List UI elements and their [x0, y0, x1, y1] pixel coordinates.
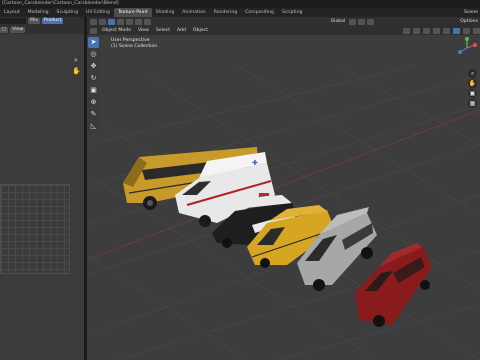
viewport-header-menu: Object Mode View Select Add Object — [87, 26, 480, 35]
tab-compositing[interactable]: Compositing — [241, 8, 278, 17]
workspace-tabs: Layout Modeling Sculpting UV Editing Tex… — [0, 8, 480, 17]
pivot-icon[interactable] — [349, 18, 357, 25]
select-menu[interactable]: Select — [154, 28, 172, 34]
options-dropdown[interactable]: Options — [458, 19, 480, 25]
blend-mode-dropdown[interactable]: Mix — [28, 18, 40, 24]
overlay-toggle-icon[interactable] — [423, 27, 430, 34]
product-button[interactable]: Product — [41, 18, 64, 24]
cursor-tool-icon[interactable]: ◎ — [88, 49, 99, 60]
zoom-icon[interactable]: ⌕ — [72, 56, 80, 64]
shading-solid-icon[interactable] — [453, 27, 460, 34]
3d-viewport[interactable]: Global Options Object Mode View Select A… — [87, 17, 480, 360]
tab-rendering[interactable]: Rendering — [210, 8, 241, 17]
tab-shading[interactable]: Shading — [152, 8, 179, 17]
object-mode-dropdown[interactable]: Object Mode — [100, 28, 133, 34]
scene-selector[interactable]: Scene — [463, 8, 480, 17]
scene-svg: ✚ — [87, 64, 480, 360]
window-title: [Cartoon_Carsblender\Cartoon_Carsblender… — [0, 0, 480, 8]
transform-orientation-dropdown[interactable]: Global — [329, 19, 348, 25]
gizmo-toggle-icon[interactable] — [413, 27, 420, 34]
select-intersect-icon[interactable] — [144, 18, 151, 25]
image-canvas[interactable]: ⌕ ✋ — [0, 34, 84, 360]
view-menu[interactable]: View — [10, 26, 26, 33]
editor-type-icon[interactable]: ▢ — [0, 26, 9, 33]
pan-hand-icon[interactable]: ✋ — [468, 79, 477, 88]
shading-material-icon[interactable] — [463, 27, 470, 34]
image-editor-header: Mix Product — [0, 17, 84, 25]
viewport-info: User Perspective (1) Scene Collection — [111, 38, 157, 50]
tab-scripting[interactable]: Scripting — [278, 8, 306, 17]
proportional-edit-icon[interactable] — [367, 18, 375, 25]
camera-view-icon[interactable]: ▣ — [468, 89, 477, 98]
select-box-icon[interactable] — [108, 18, 115, 25]
tab-texture-paint[interactable]: Texture Paint — [113, 8, 152, 17]
scale-tool-icon[interactable]: ▣ — [88, 85, 99, 96]
annotate-tool-icon[interactable]: ✎ — [88, 109, 99, 120]
object-menu[interactable]: Object — [191, 28, 210, 34]
add-menu[interactable]: Add — [175, 28, 188, 34]
snap-icon[interactable] — [358, 18, 366, 25]
transform-tool-icon[interactable]: ⊕ — [88, 97, 99, 108]
select-tool-icon[interactable]: ➤ — [88, 37, 99, 48]
shading-rendered-icon[interactable] — [473, 27, 480, 34]
tab-uv-editing[interactable]: UV Editing — [82, 8, 114, 17]
tab-animation[interactable]: Animation — [178, 8, 209, 17]
select-invert-icon[interactable] — [135, 18, 142, 25]
tab-modeling[interactable]: Modeling — [24, 8, 53, 17]
select-extend-icon[interactable] — [117, 18, 124, 25]
tool-settings-icon[interactable] — [99, 18, 106, 25]
select-subtract-icon[interactable] — [126, 18, 133, 25]
tab-sculpting[interactable]: Sculpting — [53, 8, 82, 17]
viewport-header-tools: Global Options — [87, 17, 480, 26]
image-editor-subheader: ▢ View — [0, 25, 84, 34]
xray-icon[interactable] — [433, 27, 440, 34]
view-menu[interactable]: View — [136, 28, 151, 34]
shading-wireframe-icon[interactable] — [443, 27, 450, 34]
editor-type-icon[interactable] — [90, 18, 97, 25]
visibility-icon[interactable] — [403, 27, 410, 34]
ortho-toggle-icon[interactable]: ▦ — [468, 99, 477, 108]
pan-hand-icon[interactable]: ✋ — [72, 67, 81, 75]
tab-layout[interactable]: Layout — [0, 8, 24, 17]
zoom-icon[interactable]: ⌕ — [468, 69, 477, 78]
uv-grid — [0, 184, 70, 274]
image-editor-panel: Mix Product ▢ View ⌕ ✋ — [0, 17, 84, 360]
collection-label: (1) Scene Collection — [111, 44, 158, 49]
rotate-tool-icon[interactable]: ↻ — [88, 73, 99, 84]
tool-shelf: ➤ ◎ ✥ ↻ ▣ ⊕ ✎ ◺ — [88, 37, 100, 133]
object-mode-icon[interactable] — [90, 27, 97, 34]
brush-field[interactable] — [0, 18, 26, 24]
measure-tool-icon[interactable]: ◺ — [88, 121, 99, 132]
navigation-gizmo[interactable] — [456, 37, 478, 59]
move-tool-icon[interactable]: ✥ — [88, 61, 99, 72]
svg-text:✚: ✚ — [252, 159, 258, 167]
